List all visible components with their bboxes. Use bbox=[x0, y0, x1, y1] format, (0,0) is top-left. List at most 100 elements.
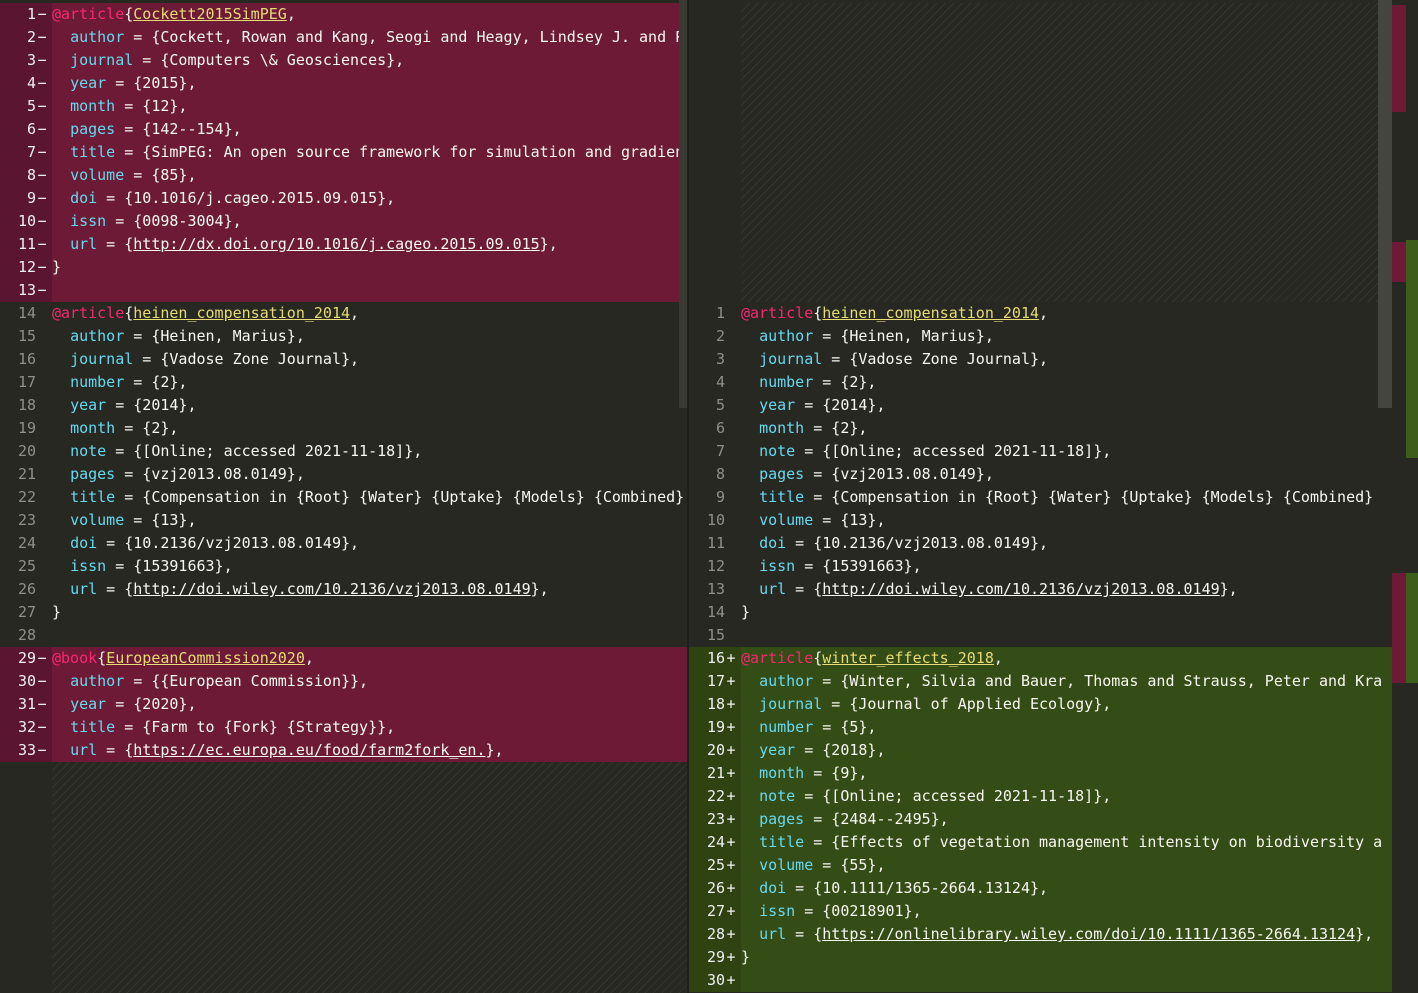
code-line[interactable]: 4 number = {2}, bbox=[689, 371, 1392, 394]
code-text[interactable]: author = {Winter, Silvia and Bauer, Thom… bbox=[741, 670, 1392, 693]
deleted-line[interactable]: 33− url = {https://ec.europa.eu/food/far… bbox=[0, 739, 687, 762]
added-line[interactable]: 25 + volume = {55}, bbox=[689, 854, 1392, 877]
code-text[interactable]: } bbox=[741, 601, 1392, 624]
deleted-line[interactable]: 29− @book{EuropeanCommission2020, bbox=[0, 647, 687, 670]
left-scrollbar[interactable] bbox=[679, 0, 687, 408]
code-line[interactable]: 24 doi = {10.2136/vzj2013.08.0149}, bbox=[0, 532, 687, 555]
code-text[interactable]: number = {2}, bbox=[52, 371, 687, 394]
code-text[interactable]: } bbox=[741, 946, 1392, 969]
right-scrollbar[interactable] bbox=[1378, 0, 1392, 408]
code-line[interactable]: 2 author = {Heinen, Marius}, bbox=[689, 325, 1392, 348]
deleted-line[interactable]: 6− pages = {142--154}, bbox=[0, 118, 687, 141]
code-line[interactable]: 22 title = {Compensation in {Root} {Wate… bbox=[0, 486, 687, 509]
deleted-line[interactable]: 7− title = {SimPEG: An open source frame… bbox=[0, 141, 687, 164]
code-text[interactable]: @article{heinen_compensation_2014, bbox=[52, 302, 687, 325]
code-text[interactable]: title = {Effects of vegetation managemen… bbox=[741, 831, 1392, 854]
code-line[interactable]: 17 number = {2}, bbox=[0, 371, 687, 394]
deleted-line[interactable]: 12−} bbox=[0, 256, 687, 279]
code-text[interactable]: url = {http://doi.wiley.com/10.2136/vzj2… bbox=[52, 578, 687, 601]
code-text[interactable]: note = {[Online; accessed 2021-11-18]}, bbox=[741, 785, 1392, 808]
code-text[interactable]: @article{winter_effects_2018, bbox=[741, 647, 1392, 670]
code-text[interactable]: title = {SimPEG: An open source framewor… bbox=[52, 141, 687, 164]
code-text[interactable]: month = {2}, bbox=[741, 417, 1392, 440]
code-text[interactable]: @article{heinen_compensation_2014, bbox=[741, 302, 1392, 325]
right-editor-pane[interactable]: 1 @article{heinen_compensation_2014, 2 aut… bbox=[689, 0, 1392, 993]
code-text[interactable]: journal = {Journal of Applied Ecology}, bbox=[741, 693, 1392, 716]
code-line[interactable]: 1 @article{heinen_compensation_2014, bbox=[689, 302, 1392, 325]
added-line[interactable]: 21 + month = {9}, bbox=[689, 762, 1392, 785]
added-line[interactable]: 22 + note = {[Online; accessed 2021-11-18… bbox=[689, 785, 1392, 808]
code-text[interactable]: journal = {Computers \& Geosciences}, bbox=[52, 49, 687, 72]
code-line[interactable]: 23 volume = {13}, bbox=[0, 509, 687, 532]
code-text[interactable]: note = {[Online; accessed 2021-11-18]}, bbox=[741, 440, 1392, 463]
diff-overview-ruler[interactable] bbox=[1392, 0, 1418, 993]
code-line[interactable]: 12 issn = {15391663}, bbox=[689, 555, 1392, 578]
code-line[interactable]: 19 month = {2}, bbox=[0, 417, 687, 440]
deleted-line[interactable]: 30− author = {{European Commission}}, bbox=[0, 670, 687, 693]
code-text[interactable]: year = {2014}, bbox=[741, 394, 1392, 417]
code-text[interactable]: journal = {Vadose Zone Journal}, bbox=[52, 348, 687, 371]
added-line[interactable]: 27 + issn = {00218901}, bbox=[689, 900, 1392, 923]
code-text[interactable]: pages = {142--154}, bbox=[52, 118, 687, 141]
code-line[interactable]: 15 bbox=[689, 624, 1392, 647]
deleted-line[interactable]: 9− doi = {10.1016/j.cageo.2015.09.015}, bbox=[0, 187, 687, 210]
code-text[interactable]: author = {Heinen, Marius}, bbox=[741, 325, 1392, 348]
code-text[interactable]: author = {{European Commission}}, bbox=[52, 670, 687, 693]
code-line[interactable]: 28 bbox=[0, 624, 687, 647]
code-text[interactable]: volume = {55}, bbox=[741, 854, 1392, 877]
code-text[interactable]: doi = {10.1111/1365-2664.13124}, bbox=[741, 877, 1392, 900]
code-text[interactable]: author = {Heinen, Marius}, bbox=[52, 325, 687, 348]
code-text[interactable]: month = {9}, bbox=[741, 762, 1392, 785]
code-line[interactable]: 15 author = {Heinen, Marius}, bbox=[0, 325, 687, 348]
added-line[interactable]: 16 + @article{winter_effects_2018, bbox=[689, 647, 1392, 670]
added-line[interactable]: 20 + year = {2018}, bbox=[689, 739, 1392, 762]
code-line[interactable]: 10 volume = {13}, bbox=[689, 509, 1392, 532]
code-line[interactable]: 26 url = {http://doi.wiley.com/10.2136/v… bbox=[0, 578, 687, 601]
code-text[interactable]: year = {2015}, bbox=[52, 72, 687, 95]
code-text[interactable]: url = {https://onlinelibrary.wiley.com/d… bbox=[741, 923, 1392, 946]
code-line[interactable]: 9 title = {Compensation in {Root} {Water… bbox=[689, 486, 1392, 509]
code-text[interactable]: issn = {15391663}, bbox=[52, 555, 687, 578]
code-text[interactable]: } bbox=[52, 256, 687, 279]
code-text[interactable]: title = {Farm to {Fork} {Strategy}}, bbox=[52, 716, 687, 739]
code-line[interactable]: 21 pages = {vzj2013.08.0149}, bbox=[0, 463, 687, 486]
code-line[interactable]: 11 doi = {10.2136/vzj2013.08.0149}, bbox=[689, 532, 1392, 555]
code-text[interactable]: volume = {13}, bbox=[52, 509, 687, 532]
code-text[interactable]: pages = {vzj2013.08.0149}, bbox=[741, 463, 1392, 486]
deleted-line[interactable]: 2− author = {Cockett, Rowan and Kang, Se… bbox=[0, 26, 687, 49]
left-editor-pane[interactable]: 1− @article{Cockett2015SimPEG, 2− author =… bbox=[0, 0, 687, 993]
code-text[interactable]: } bbox=[52, 601, 687, 624]
code-text[interactable]: year = {2020}, bbox=[52, 693, 687, 716]
code-text[interactable]: pages = {vzj2013.08.0149}, bbox=[52, 463, 687, 486]
code-text[interactable]: doi = {10.2136/vzj2013.08.0149}, bbox=[741, 532, 1392, 555]
deleted-line[interactable]: 10− issn = {0098-3004}, bbox=[0, 210, 687, 233]
code-text[interactable]: @book{EuropeanCommission2020, bbox=[52, 647, 687, 670]
code-text[interactable]: note = {[Online; accessed 2021-11-18]}, bbox=[52, 440, 687, 463]
code-text[interactable]: issn = {0098-3004}, bbox=[52, 210, 687, 233]
code-text[interactable]: journal = {Vadose Zone Journal}, bbox=[741, 348, 1392, 371]
code-line[interactable]: 27} bbox=[0, 601, 687, 624]
code-text[interactable]: month = {12}, bbox=[52, 95, 687, 118]
code-line[interactable]: 3 journal = {Vadose Zone Journal}, bbox=[689, 348, 1392, 371]
deleted-line[interactable]: 11− url = {http://dx.doi.org/10.1016/j.c… bbox=[0, 233, 687, 256]
code-text[interactable]: volume = {13}, bbox=[741, 509, 1392, 532]
added-line[interactable]: 19 + number = {5}, bbox=[689, 716, 1392, 739]
code-text[interactable]: number = {2}, bbox=[741, 371, 1392, 394]
added-line[interactable]: 23 + pages = {2484--2495}, bbox=[689, 808, 1392, 831]
added-line[interactable]: 28 + url = {https://onlinelibrary.wiley.c… bbox=[689, 923, 1392, 946]
code-line[interactable]: 6 month = {2}, bbox=[689, 417, 1392, 440]
added-line[interactable]: 30 + bbox=[689, 969, 1392, 992]
code-text[interactable]: volume = {85}, bbox=[52, 164, 687, 187]
deleted-line[interactable]: 5− month = {12}, bbox=[0, 95, 687, 118]
code-text[interactable]: url = {http://doi.wiley.com/10.2136/vzj2… bbox=[741, 578, 1392, 601]
code-line[interactable]: 20 note = {[Online; accessed 2021-11-18]… bbox=[0, 440, 687, 463]
code-text[interactable]: title = {Compensation in {Root} {Water} … bbox=[52, 486, 687, 509]
code-line[interactable]: 16 journal = {Vadose Zone Journal}, bbox=[0, 348, 687, 371]
code-text[interactable]: doi = {10.2136/vzj2013.08.0149}, bbox=[52, 532, 687, 555]
added-line[interactable]: 26 + doi = {10.1111/1365-2664.13124}, bbox=[689, 877, 1392, 900]
code-text[interactable]: year = {2014}, bbox=[52, 394, 687, 417]
code-line[interactable]: 8 pages = {vzj2013.08.0149}, bbox=[689, 463, 1392, 486]
code-line[interactable]: 14} bbox=[689, 601, 1392, 624]
code-text[interactable]: issn = {00218901}, bbox=[741, 900, 1392, 923]
code-line[interactable]: 7 note = {[Online; accessed 2021-11-18]}… bbox=[689, 440, 1392, 463]
